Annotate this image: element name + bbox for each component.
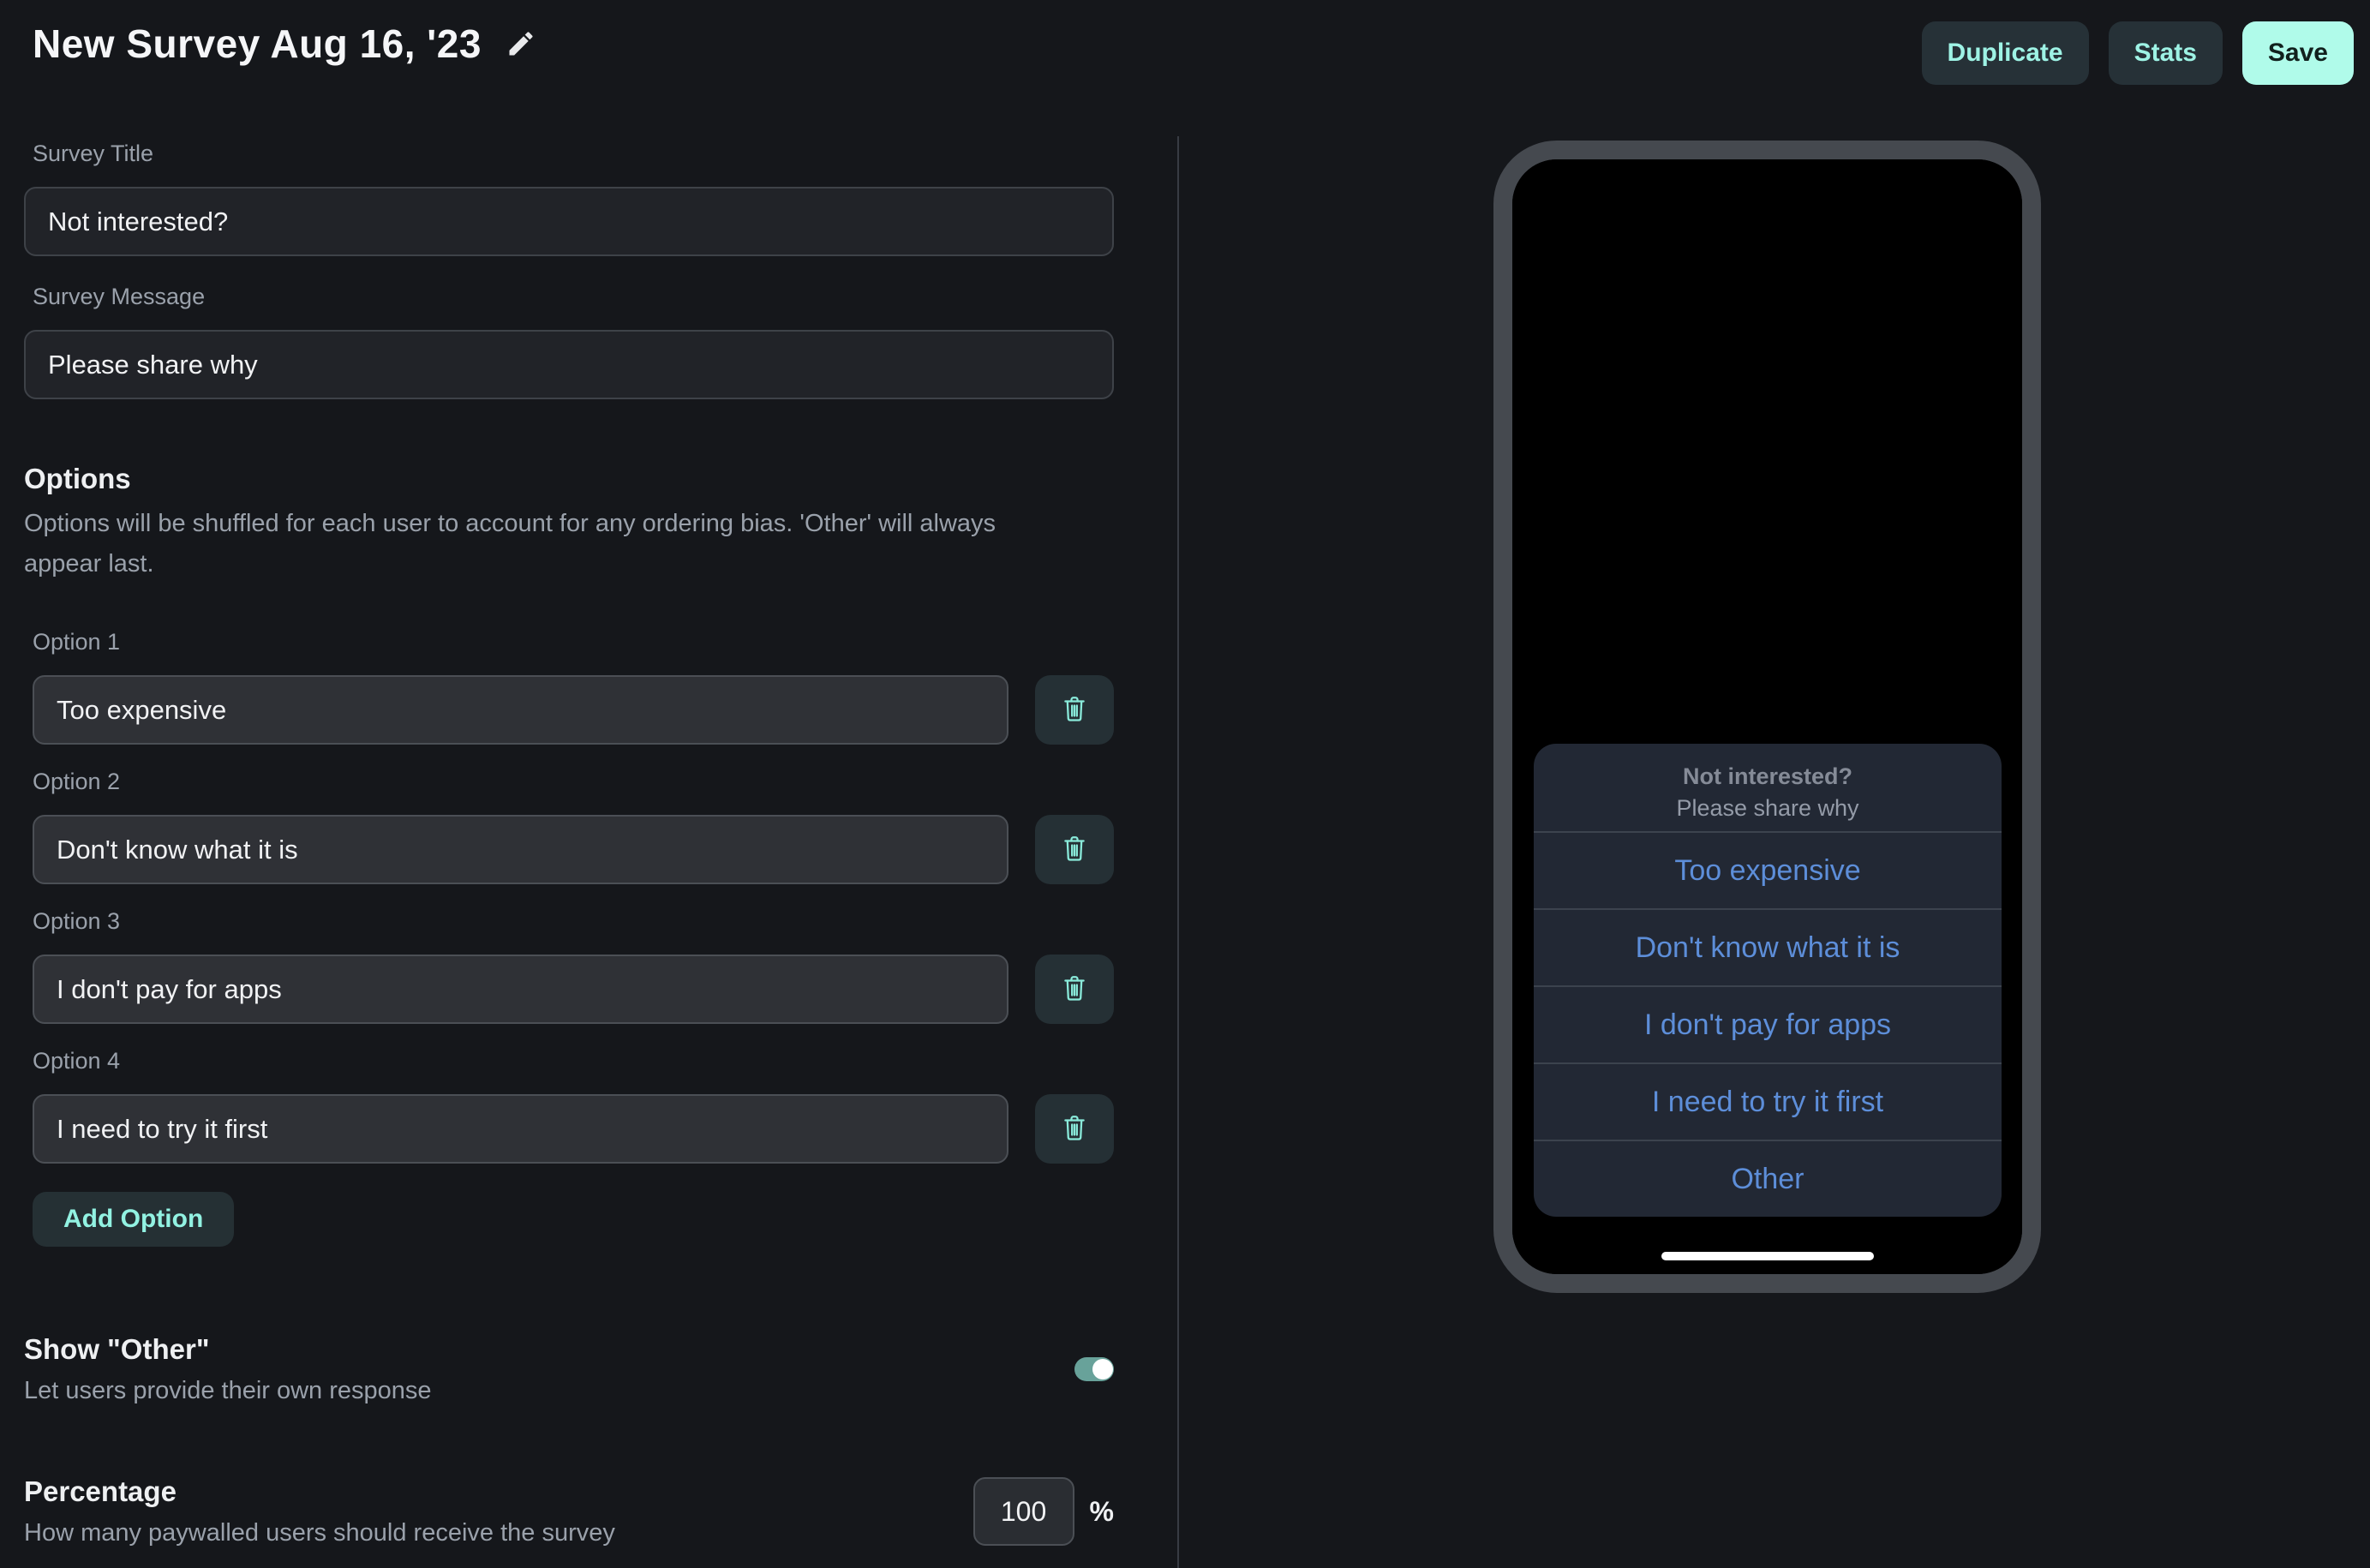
option-3-input[interactable] [33, 955, 1008, 1024]
option-2-delete-button[interactable] [1035, 815, 1114, 884]
trash-icon [1060, 834, 1089, 865]
option-2-label: Option 2 [33, 767, 1114, 796]
percentage-text: Percentage How many paywalled users shou… [24, 1475, 615, 1548]
header-actions: Duplicate Stats Save [1922, 21, 2354, 85]
option-1-row [33, 675, 1114, 745]
option-3-delete-button[interactable] [1035, 955, 1114, 1024]
toggle-knob [1092, 1359, 1113, 1379]
option-4-row [33, 1094, 1114, 1164]
survey-editor-pane: Survey Title Survey Message Options Opti… [24, 0, 1114, 1548]
percentage-row: Percentage How many paywalled users shou… [24, 1475, 1114, 1548]
option-4-delete-button[interactable] [1035, 1094, 1114, 1164]
preview-title: Not interested? [1534, 763, 2002, 790]
preview-option-3: I don't pay for apps [1534, 985, 2002, 1062]
show-other-description: Let users provide their own response [24, 1375, 432, 1406]
preview-option-other: Other [1534, 1140, 2002, 1217]
survey-title-input[interactable] [24, 187, 1114, 256]
trash-icon [1060, 1113, 1089, 1145]
option-2-input[interactable] [33, 815, 1008, 884]
option-4-label: Option 4 [33, 1046, 1114, 1075]
save-button[interactable]: Save [2242, 21, 2354, 85]
option-1-label: Option 1 [33, 627, 1114, 656]
vertical-divider [1177, 136, 1179, 1568]
phone-screen: Not interested? Please share why Too exp… [1512, 159, 2022, 1274]
home-indicator [1661, 1252, 1874, 1260]
trash-icon [1060, 694, 1089, 726]
show-other-label: Show "Other" [24, 1332, 432, 1367]
option-3-label: Option 3 [33, 907, 1114, 936]
percentage-label: Percentage [24, 1475, 615, 1509]
survey-title-label: Survey Title [33, 139, 1114, 168]
option-1-input[interactable] [33, 675, 1008, 745]
option-1-delete-button[interactable] [1035, 675, 1114, 745]
preview-message: Please share why [1534, 795, 2002, 822]
percent-symbol: % [1090, 1496, 1114, 1528]
add-option-button[interactable]: Add Option [33, 1192, 234, 1247]
option-4-input[interactable] [33, 1094, 1008, 1164]
options-heading: Options [24, 461, 1114, 497]
phone-mockup: Not interested? Please share why Too exp… [1493, 141, 2041, 1293]
trash-icon [1060, 973, 1089, 1005]
preview-option-2: Don't know what it is [1534, 908, 2002, 985]
percentage-input[interactable] [973, 1477, 1074, 1546]
stats-button[interactable]: Stats [2109, 21, 2223, 85]
show-other-text: Show "Other" Let users provide their own… [24, 1332, 432, 1406]
preview-option-4: I need to try it first [1534, 1062, 2002, 1140]
show-other-row: Show "Other" Let users provide their own… [24, 1332, 1114, 1406]
percentage-description: How many paywalled users should receive … [24, 1517, 615, 1548]
show-other-toggle[interactable] [1074, 1357, 1114, 1381]
options-description: Options will be shuffled for each user t… [24, 504, 1061, 584]
survey-message-input[interactable] [24, 330, 1114, 399]
option-3-row [33, 955, 1114, 1024]
survey-message-label: Survey Message [33, 282, 1114, 311]
option-2-row [33, 815, 1114, 884]
duplicate-button[interactable]: Duplicate [1922, 21, 2089, 85]
preview-option-1: Too expensive [1534, 831, 2002, 908]
survey-preview-sheet: Not interested? Please share why Too exp… [1534, 744, 2002, 1217]
preview-header: Not interested? Please share why [1534, 744, 2002, 831]
percentage-input-group: % [973, 1477, 1114, 1546]
